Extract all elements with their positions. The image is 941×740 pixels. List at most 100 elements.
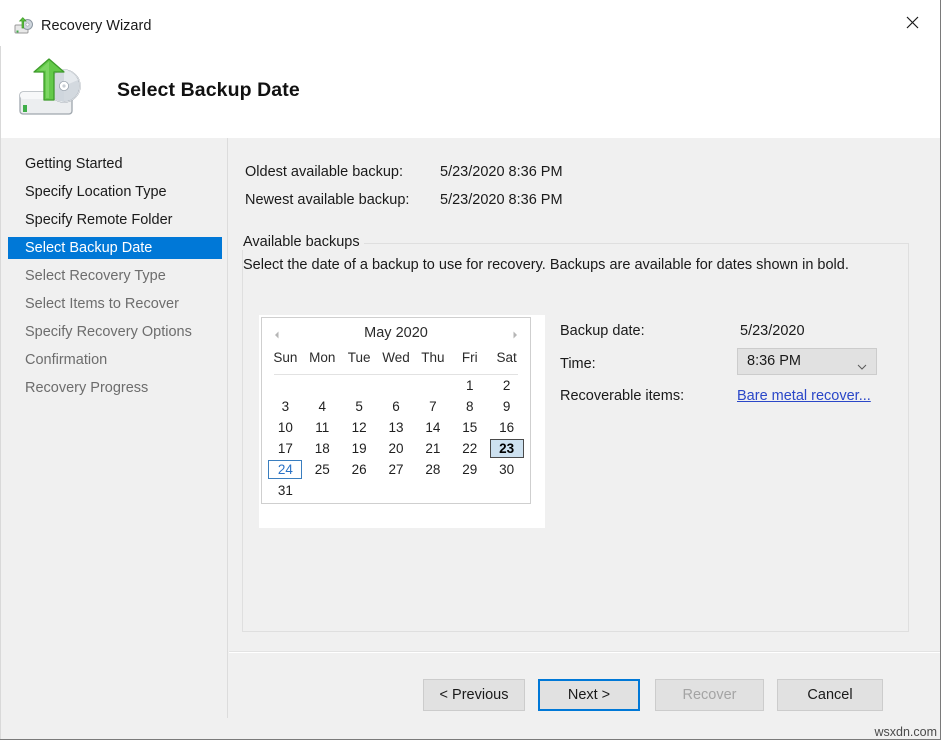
available-backups-legend: Available backups — [239, 234, 364, 250]
calendar-day[interactable]: 13 — [378, 417, 415, 438]
calendar-day[interactable]: 31 — [267, 480, 304, 501]
weekday-header: Sun — [267, 350, 304, 372]
calendar-day[interactable] — [378, 375, 415, 396]
chevron-down-icon — [857, 358, 867, 366]
calendar-day[interactable]: 2 — [488, 375, 525, 396]
recovery-disc-icon — [14, 17, 34, 35]
calendar-day[interactable]: 14 — [414, 417, 451, 438]
calendar-frame: May 2020 Sun Mon Tue Wed Thu Fri Sat — [259, 315, 545, 528]
calendar-day-selected[interactable]: 23 — [488, 438, 525, 459]
content-pane: Oldest available backup: 5/23/2020 8:36 … — [229, 138, 941, 718]
sidebar-item-select-backup-date[interactable]: Select Backup Date — [8, 237, 222, 259]
sidebar-item-specify-recovery-options[interactable]: Specify Recovery Options — [8, 321, 222, 343]
calendar-day[interactable]: 18 — [304, 438, 341, 459]
window-left-edge — [0, 46, 1, 740]
backup-date-label: Backup date: — [560, 323, 645, 339]
calendar-day[interactable] — [414, 480, 451, 501]
calendar-day[interactable] — [304, 480, 341, 501]
footer-divider — [229, 651, 941, 653]
calendar-day[interactable]: 17 — [267, 438, 304, 459]
calendar-day[interactable] — [267, 375, 304, 396]
calendar-day[interactable]: 7 — [414, 396, 451, 417]
calendar-day[interactable]: 5 — [341, 396, 378, 417]
wizard-steps-sidebar: Getting Started Specify Location Type Sp… — [0, 138, 228, 718]
sidebar-item-label: Specify Remote Folder — [25, 212, 172, 228]
calendar-day[interactable]: 11 — [304, 417, 341, 438]
sidebar-item-label: Select Items to Recover — [25, 296, 179, 312]
calendar-day[interactable]: 29 — [451, 459, 488, 480]
calendar-day[interactable]: 4 — [304, 396, 341, 417]
calendar-day[interactable]: 3 — [267, 396, 304, 417]
newest-backup-label: Newest available backup: — [245, 192, 409, 208]
calendar-day[interactable]: 27 — [378, 459, 415, 480]
calendar-day[interactable]: 25 — [304, 459, 341, 480]
weekday-header: Mon — [304, 350, 341, 372]
calendar-day[interactable] — [341, 480, 378, 501]
calendar-week: 31 — [267, 480, 525, 501]
sidebar-item-select-recovery-type[interactable]: Select Recovery Type — [8, 265, 222, 287]
calendar-day[interactable]: 1 — [451, 375, 488, 396]
calendar-day[interactable] — [304, 375, 341, 396]
cancel-button[interactable]: Cancel — [777, 679, 883, 711]
sidebar-item-specify-location-type[interactable]: Specify Location Type — [8, 181, 222, 203]
watermark: wsxdn.com — [874, 725, 937, 739]
calendar-day[interactable] — [341, 375, 378, 396]
newest-backup-value: 5/23/2020 8:36 PM — [440, 192, 563, 208]
calendar-month-title[interactable]: May 2020 — [262, 325, 530, 341]
oldest-backup-label: Oldest available backup: — [245, 164, 403, 180]
sidebar-item-recovery-progress[interactable]: Recovery Progress — [8, 377, 222, 399]
calendar-day[interactable] — [378, 480, 415, 501]
calendar-day[interactable]: 21 — [414, 438, 451, 459]
calendar-day[interactable]: 16 — [488, 417, 525, 438]
sidebar-item-label: Getting Started — [25, 156, 123, 172]
sidebar-item-confirmation[interactable]: Confirmation — [8, 349, 222, 371]
calendar-day[interactable]: 19 — [341, 438, 378, 459]
page-title: Select Backup Date — [117, 79, 300, 102]
chevron-right-icon[interactable] — [509, 329, 521, 341]
time-dropdown[interactable]: 8:36 PM — [737, 348, 877, 375]
weekday-header: Thu — [414, 350, 451, 372]
calendar-day[interactable] — [488, 480, 525, 501]
weekday-header: Wed — [378, 350, 415, 372]
calendar-day[interactable] — [414, 375, 451, 396]
calendar-day[interactable]: 26 — [341, 459, 378, 480]
title-bar: Recovery Wizard — [0, 0, 941, 46]
recovery-wizard-window: Recovery Wizard — [0, 0, 941, 740]
calendar-day[interactable]: 30 — [488, 459, 525, 480]
body-area: Getting Started Specify Location Type Sp… — [0, 138, 941, 718]
weekday-header: Tue — [341, 350, 378, 372]
calendar-day[interactable]: 10 — [267, 417, 304, 438]
next-button[interactable]: Next > — [538, 679, 640, 711]
calendar-day-today[interactable]: 24 — [267, 459, 304, 480]
sidebar-item-label: Confirmation — [25, 352, 107, 368]
calendar-day[interactable]: 8 — [451, 396, 488, 417]
time-dropdown-value: 8:36 PM — [747, 353, 801, 369]
calendar-day[interactable]: 6 — [378, 396, 415, 417]
window-title: Recovery Wizard — [41, 18, 151, 34]
weekday-header: Fri — [451, 350, 488, 372]
sidebar-item-specify-remote-folder[interactable]: Specify Remote Folder — [8, 209, 222, 231]
calendar-day[interactable]: 9 — [488, 396, 525, 417]
close-icon[interactable] — [889, 6, 935, 38]
backup-date-calendar[interactable]: May 2020 Sun Mon Tue Wed Thu Fri Sat — [261, 317, 531, 504]
sidebar-item-getting-started[interactable]: Getting Started — [8, 153, 222, 175]
calendar-day[interactable]: 22 — [451, 438, 488, 459]
sidebar-item-label: Specify Recovery Options — [25, 324, 192, 340]
calendar-day[interactable] — [451, 480, 488, 501]
calendar-week: 17 18 19 20 21 22 23 — [267, 438, 525, 459]
hard-disk-restore-icon — [14, 58, 92, 122]
sidebar-item-label: Select Backup Date — [25, 240, 152, 256]
recoverable-items-label: Recoverable items: — [560, 388, 684, 404]
bare-metal-recovery-link[interactable]: Bare metal recover... — [737, 388, 871, 404]
calendar-day[interactable]: 28 — [414, 459, 451, 480]
oldest-backup-value: 5/23/2020 8:36 PM — [440, 164, 563, 180]
recover-button: Recover — [655, 679, 764, 711]
calendar-day[interactable]: 15 — [451, 417, 488, 438]
calendar-day[interactable]: 20 — [378, 438, 415, 459]
sidebar-item-label: Specify Location Type — [25, 184, 167, 200]
sidebar-item-select-items-to-recover[interactable]: Select Items to Recover — [8, 293, 222, 315]
calendar-day[interactable]: 12 — [341, 417, 378, 438]
previous-button[interactable]: < Previous — [423, 679, 525, 711]
calendar-week: 24 25 26 27 28 29 30 — [267, 459, 525, 480]
calendar-week: 10 11 12 13 14 15 16 — [267, 417, 525, 438]
